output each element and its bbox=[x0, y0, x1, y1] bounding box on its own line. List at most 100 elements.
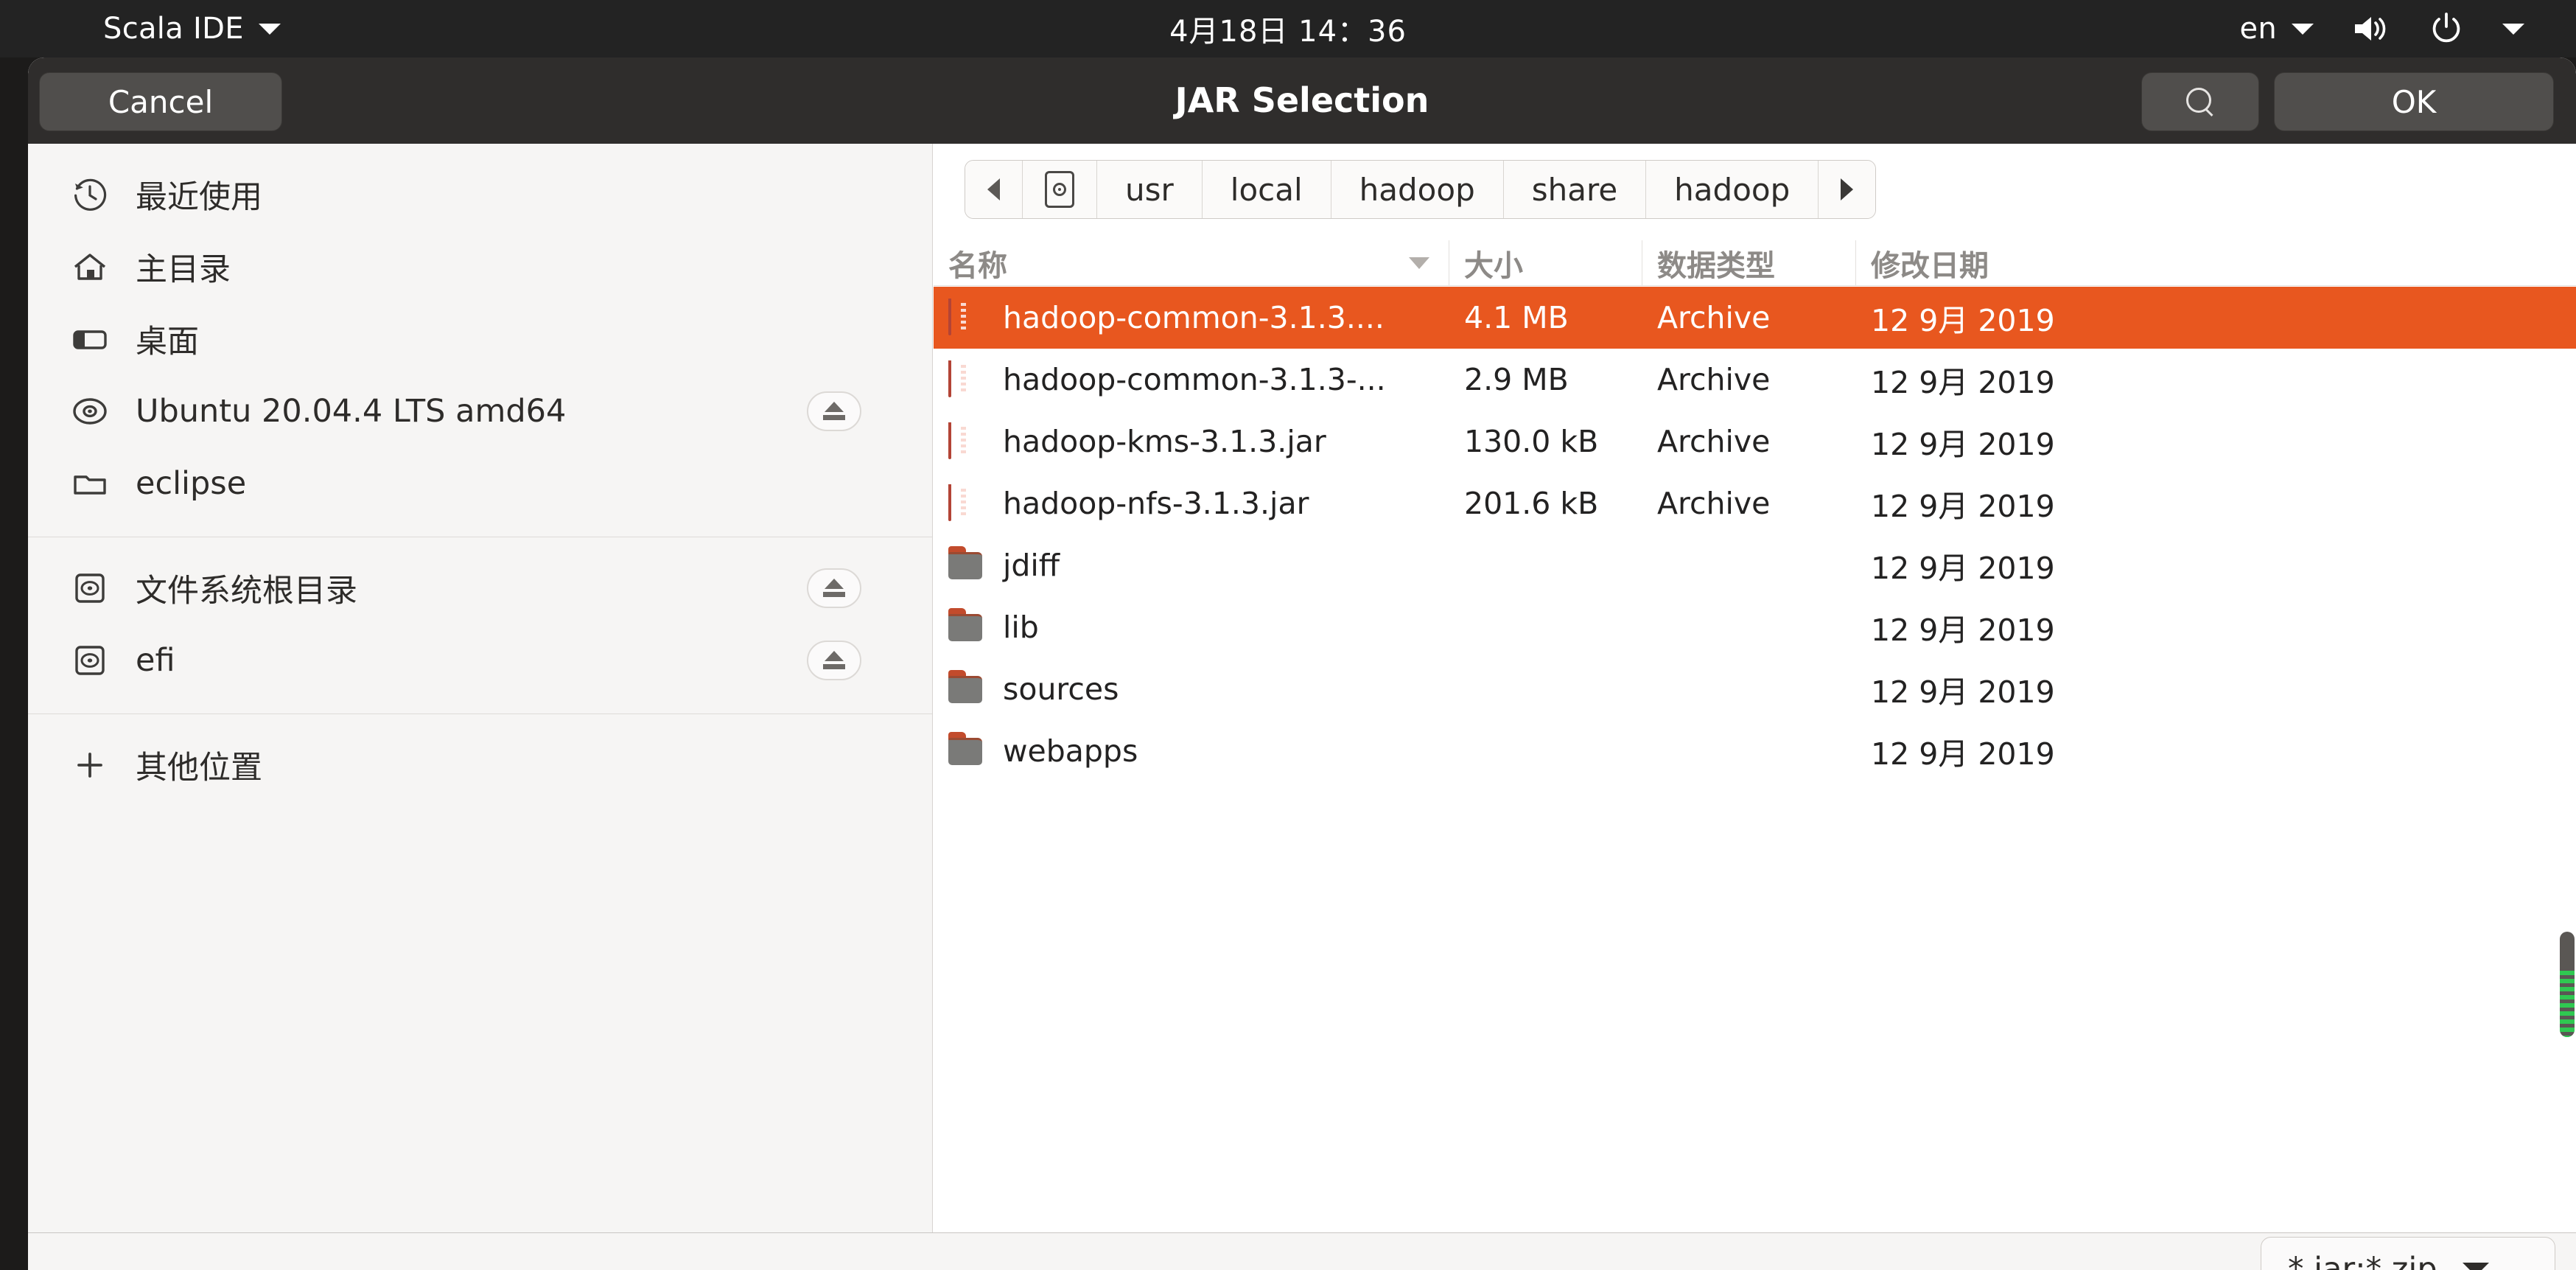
table-row[interactable]: lib 12 9月 2019 bbox=[934, 596, 2576, 658]
sidebar-item-label: efi bbox=[136, 642, 175, 679]
file-name-label: jdiff bbox=[1003, 548, 1060, 583]
sidebar-item-label: 桌面 bbox=[136, 324, 199, 360]
file-size-cell: 130.0 kB bbox=[1464, 424, 1599, 459]
clock-icon bbox=[71, 175, 109, 214]
sidebar-item-efi[interactable]: efi bbox=[28, 624, 932, 697]
path-back-button[interactable] bbox=[965, 161, 1023, 218]
sidebar-item-label: eclipse bbox=[136, 465, 247, 502]
column-header-name[interactable]: 名称 bbox=[934, 240, 1449, 286]
ok-button[interactable]: OK bbox=[2274, 72, 2554, 131]
folder-icon bbox=[948, 608, 981, 646]
table-row[interactable]: hadoop-common-3.1.3.... 4.1 MB Archive 1… bbox=[934, 287, 2576, 349]
file-list-header: 名称 大小 数据类型 修改日期 bbox=[934, 240, 2576, 286]
file-name-cell: jdiff bbox=[934, 546, 1449, 585]
file-type-cell: Archive bbox=[1657, 362, 1771, 397]
table-row[interactable]: jdiff 12 9月 2019 bbox=[934, 534, 2576, 596]
sidebar-item-desktop[interactable]: 桌面 bbox=[28, 303, 932, 375]
file-name-label: hadoop-common-3.1.3.... bbox=[1003, 300, 1385, 335]
triangle-left-icon bbox=[987, 178, 1000, 200]
folder-icon bbox=[948, 546, 981, 585]
jar-file-icon bbox=[948, 299, 981, 337]
cancel-button[interactable]: Cancel bbox=[39, 72, 282, 131]
top-bar-center-group: 4月18日 14：36 bbox=[0, 7, 2576, 50]
table-row[interactable]: hadoop-kms-3.1.3.jar 130.0 kB Archive 12… bbox=[934, 411, 2576, 472]
breadcrumb-item-hadoop[interactable]: hadoop bbox=[1331, 161, 1504, 218]
sidebar-item-label: 其他位置 bbox=[136, 750, 262, 786]
file-date-cell: 12 9月 2019 bbox=[1871, 303, 2055, 338]
dialog-header-bar: JAR Selection Cancel OK bbox=[28, 57, 2576, 144]
sidebar-item-label: Ubuntu 20.04.4 LTS amd64 bbox=[136, 393, 567, 430]
sidebar-item-filesystem-root[interactable]: 文件系统根目录 bbox=[28, 552, 932, 624]
file-date-cell: 12 9月 2019 bbox=[1871, 551, 2055, 586]
breadcrumb-item-share[interactable]: share bbox=[1503, 161, 1647, 218]
table-row[interactable]: hadoop-common-3.1.3-... 2.9 MB Archive 1… bbox=[934, 349, 2576, 411]
file-name-label: hadoop-nfs-3.1.3.jar bbox=[1003, 486, 1309, 521]
sidebar-item-label: 文件系统根目录 bbox=[136, 573, 357, 610]
file-list: hadoop-common-3.1.3.... 4.1 MB Archive 1… bbox=[934, 287, 2576, 782]
eject-button[interactable] bbox=[807, 568, 861, 608]
path-root-button[interactable] bbox=[1023, 161, 1097, 218]
plus-icon bbox=[71, 746, 109, 784]
chevron-down-icon bbox=[2462, 1263, 2489, 1270]
column-header-label: 大小 bbox=[1464, 248, 1523, 283]
clock-button[interactable]: 4月18日 14：36 bbox=[1169, 15, 1407, 49]
file-name-label: hadoop-common-3.1.3-... bbox=[1003, 362, 1386, 397]
file-name-label: hadoop-kms-3.1.3.jar bbox=[1003, 424, 1326, 459]
column-header-label: 数据类型 bbox=[1657, 248, 1775, 283]
breadcrumb: usr local hadoop share hadoop bbox=[965, 160, 1877, 219]
file-filter-dropdown[interactable]: *.jar;*.zip bbox=[2261, 1237, 2555, 1270]
jar-file-icon bbox=[948, 484, 981, 523]
file-date-cell: 12 9月 2019 bbox=[1871, 427, 2055, 462]
table-row[interactable]: hadoop-nfs-3.1.3.jar 201.6 kB Archive 12… bbox=[934, 472, 2576, 534]
eject-icon bbox=[822, 651, 847, 670]
file-name-label: webapps bbox=[1003, 733, 1138, 769]
eject-icon bbox=[822, 402, 847, 421]
file-name-cell: hadoop-kms-3.1.3.jar bbox=[934, 422, 1449, 461]
disc-icon bbox=[71, 392, 109, 430]
home-icon bbox=[71, 248, 109, 286]
search-button[interactable] bbox=[2141, 72, 2259, 131]
system-menu-chevron-down-icon[interactable] bbox=[2502, 23, 2524, 35]
column-header-label: 修改日期 bbox=[1871, 248, 1989, 283]
sidebar-item-other-locations[interactable]: 其他位置 bbox=[28, 729, 932, 801]
file-name-cell: webapps bbox=[934, 732, 1449, 770]
jar-selection-dialog: JAR Selection Cancel OK 最近使用 主目录 桌面 Ubun… bbox=[28, 57, 2576, 1270]
drive-icon bbox=[71, 641, 109, 680]
sidebar-item-recent[interactable]: 最近使用 bbox=[28, 158, 932, 231]
file-name-cell: hadoop-nfs-3.1.3.jar bbox=[934, 484, 1449, 523]
column-header-date[interactable]: 修改日期 bbox=[1856, 240, 2576, 286]
column-header-size[interactable]: 大小 bbox=[1449, 240, 1642, 286]
eject-icon bbox=[822, 579, 847, 598]
file-name-label: lib bbox=[1003, 610, 1039, 645]
keyboard-layout-label: en bbox=[2239, 12, 2277, 46]
file-date-cell: 12 9月 2019 bbox=[1871, 489, 2055, 524]
path-forward-button[interactable] bbox=[1819, 161, 1876, 218]
jar-file-icon bbox=[948, 422, 981, 461]
volume-icon[interactable] bbox=[2352, 13, 2390, 45]
top-bar-right-group: en bbox=[2239, 11, 2524, 46]
file-date-cell: 12 9月 2019 bbox=[1871, 613, 2055, 648]
file-type-cell: Archive bbox=[1657, 300, 1771, 335]
file-date-cell: 12 9月 2019 bbox=[1871, 736, 2055, 772]
vertical-scrollbar[interactable] bbox=[2560, 932, 2575, 1037]
column-header-type[interactable]: 数据类型 bbox=[1642, 240, 1856, 286]
sidebar-item-ubuntu-media[interactable]: Ubuntu 20.04.4 LTS amd64 bbox=[28, 375, 932, 447]
sidebar-item-label: 最近使用 bbox=[136, 179, 262, 216]
scrollbar-thumb[interactable] bbox=[2560, 971, 2575, 1037]
breadcrumb-item-hadoop-current[interactable]: hadoop bbox=[1646, 161, 1819, 218]
file-date-cell: 12 9月 2019 bbox=[1871, 674, 2055, 710]
power-icon[interactable] bbox=[2429, 11, 2464, 46]
sidebar-item-eclipse[interactable]: eclipse bbox=[28, 447, 932, 520]
eject-button[interactable] bbox=[807, 391, 861, 431]
file-type-cell: Archive bbox=[1657, 486, 1771, 521]
breadcrumb-item-usr[interactable]: usr bbox=[1097, 161, 1203, 218]
triangle-right-icon bbox=[1841, 178, 1854, 200]
table-row[interactable]: sources 12 9月 2019 bbox=[934, 658, 2576, 720]
jar-file-icon bbox=[948, 360, 981, 399]
breadcrumb-item-local[interactable]: local bbox=[1202, 161, 1331, 218]
file-name-cell: hadoop-common-3.1.3.... bbox=[934, 299, 1449, 337]
table-row[interactable]: webapps 12 9月 2019 bbox=[934, 720, 2576, 782]
keyboard-layout-button[interactable]: en bbox=[2239, 12, 2314, 46]
eject-button[interactable] bbox=[807, 641, 861, 680]
sidebar-item-home[interactable]: 主目录 bbox=[28, 231, 932, 303]
